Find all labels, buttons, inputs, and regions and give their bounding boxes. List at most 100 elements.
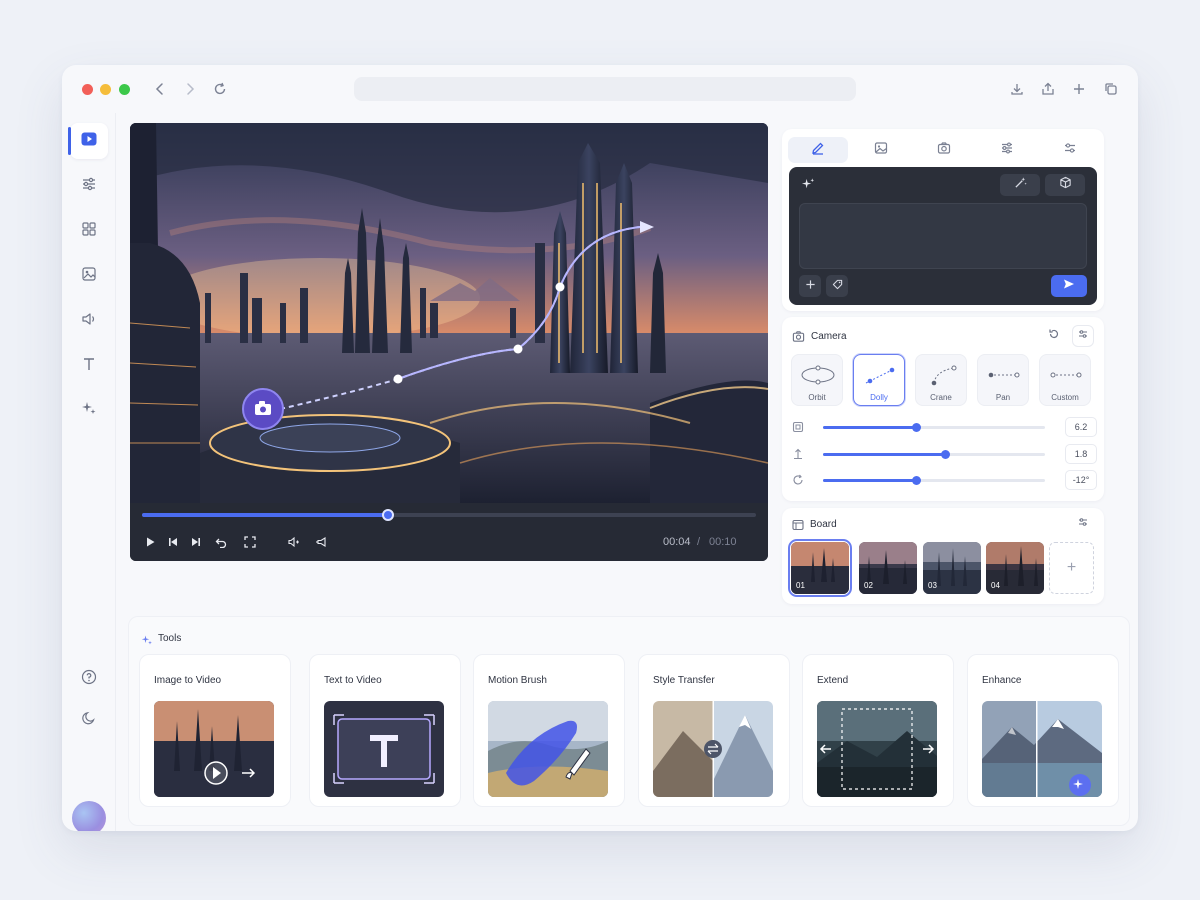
- crane-icon: [931, 365, 957, 386]
- camera-mode-custom[interactable]: Custom: [1039, 354, 1091, 406]
- magic-wand-button[interactable]: [1000, 174, 1040, 196]
- reload-icon[interactable]: [208, 77, 232, 101]
- tool-label: Image to Video: [154, 675, 222, 686]
- sidebar-item-effects[interactable]: [70, 392, 108, 428]
- rotation-slider[interactable]: [823, 476, 1045, 485]
- board-frame[interactable]: 03: [923, 542, 981, 594]
- text-icon: [81, 356, 97, 377]
- add-frame-button[interactable]: +: [1049, 542, 1094, 594]
- volume-button[interactable]: [285, 533, 303, 551]
- tab-settings[interactable]: [1040, 137, 1100, 163]
- sliders-icon: [81, 176, 97, 197]
- height-slider[interactable]: [823, 450, 1045, 459]
- tool-label: Style Transfer: [653, 675, 715, 686]
- minimize-window-button[interactable]: [100, 84, 111, 95]
- camera-mode-crane[interactable]: Crane: [915, 354, 967, 406]
- slider-fill: [823, 426, 917, 429]
- video-player[interactable]: 00:04 / 00:10: [130, 123, 768, 561]
- add-button[interactable]: [799, 275, 821, 297]
- tool-motion-brush[interactable]: Motion Brush: [473, 654, 625, 807]
- tool-label: Enhance: [982, 675, 1022, 686]
- forward-icon[interactable]: [178, 77, 202, 101]
- board-frame[interactable]: 01: [788, 539, 852, 597]
- tab-edit[interactable]: [788, 137, 848, 163]
- plus-icon: [805, 277, 816, 295]
- pan-icon: [988, 372, 1020, 378]
- tool-enhance[interactable]: Enhance: [967, 654, 1119, 807]
- zoom-slider-row: 6.2: [789, 417, 1097, 437]
- image-icon: [874, 141, 888, 160]
- tag-button[interactable]: [826, 275, 848, 297]
- camera-mode-orbit[interactable]: Orbit: [791, 354, 843, 406]
- slider-handle[interactable]: [941, 450, 951, 459]
- audio-button[interactable]: [312, 533, 330, 551]
- board-settings-button[interactable]: [1072, 513, 1094, 535]
- play-button[interactable]: [141, 533, 159, 551]
- tool-thumbnail: [154, 701, 274, 797]
- skip-forward-button[interactable]: [187, 533, 205, 551]
- dolly-icon: [865, 367, 895, 384]
- camera-settings-button[interactable]: [1072, 325, 1094, 347]
- rotation-value[interactable]: -12°: [1065, 470, 1097, 490]
- avatar[interactable]: [72, 801, 106, 831]
- sidebar-item-templates[interactable]: [70, 213, 108, 249]
- theme-toggle[interactable]: [70, 702, 108, 738]
- zoom-value[interactable]: 6.2: [1065, 417, 1097, 437]
- sidebar-item-audio[interactable]: [70, 303, 108, 339]
- height-icon: [791, 447, 805, 461]
- progress-handle[interactable]: [381, 509, 394, 521]
- help-button[interactable]: [70, 661, 108, 697]
- custom-path-icon: [1050, 372, 1082, 378]
- sidebar-item-text[interactable]: [70, 348, 108, 384]
- sidebar: [62, 113, 116, 831]
- slider-handle[interactable]: [912, 476, 922, 485]
- camera-title: Camera: [811, 331, 847, 342]
- fullscreen-button[interactable]: [241, 533, 259, 551]
- tool-label: Extend: [817, 675, 849, 686]
- tool-style-transfer[interactable]: Style Transfer: [638, 654, 790, 807]
- zoom-slider[interactable]: [823, 423, 1045, 432]
- address-bar[interactable]: [354, 77, 856, 101]
- board-frame[interactable]: 02: [859, 542, 917, 594]
- sidebar-item-adjust[interactable]: [70, 168, 108, 204]
- tab-image[interactable]: [851, 137, 911, 163]
- download-icon[interactable]: [1005, 77, 1029, 101]
- tool-text-to-video[interactable]: Text to Video: [309, 654, 461, 807]
- sparkles-icon: [81, 400, 97, 421]
- rotate-icon: [791, 473, 805, 487]
- tools-title: Tools: [158, 633, 182, 644]
- share-icon[interactable]: [1036, 77, 1060, 101]
- camera-mode-pan[interactable]: Pan: [977, 354, 1029, 406]
- reset-camera-button[interactable]: [1043, 325, 1065, 347]
- back-icon[interactable]: [148, 77, 172, 101]
- slider-handle[interactable]: [912, 423, 922, 432]
- board-frame[interactable]: 04: [986, 542, 1044, 594]
- tool-image-to-video[interactable]: Image to Video: [139, 654, 291, 807]
- send-button[interactable]: [1051, 275, 1087, 297]
- camera-mode-dolly[interactable]: Dolly: [853, 354, 905, 406]
- tab-adjust[interactable]: [977, 137, 1037, 163]
- progress-bar[interactable]: [142, 509, 756, 521]
- tool-extend[interactable]: Extend: [802, 654, 954, 807]
- moon-icon: [81, 710, 97, 731]
- skip-back-button[interactable]: [164, 533, 182, 551]
- 3d-model-button[interactable]: [1045, 174, 1085, 196]
- height-slider-row: 1.8: [789, 444, 1097, 464]
- rotation-slider-row: -12°: [789, 470, 1097, 490]
- pen-icon: [811, 141, 825, 160]
- total-time: 00:10: [709, 536, 737, 548]
- plus-icon[interactable]: [1067, 77, 1091, 101]
- volume-icon: [81, 311, 97, 332]
- camera-mode-label: Dolly: [870, 393, 888, 402]
- sidebar-item-media[interactable]: [70, 258, 108, 294]
- camera-mode-label: Crane: [930, 393, 952, 402]
- sidebar-item-video[interactable]: [68, 123, 108, 159]
- undo-button[interactable]: [212, 533, 230, 551]
- maximize-window-button[interactable]: [119, 84, 130, 95]
- copy-icon[interactable]: [1099, 77, 1123, 101]
- grid-icon: [81, 221, 97, 242]
- tab-camera[interactable]: [914, 137, 974, 163]
- height-value[interactable]: 1.8: [1065, 444, 1097, 464]
- close-window-button[interactable]: [82, 84, 93, 95]
- prompt-input[interactable]: [799, 203, 1087, 269]
